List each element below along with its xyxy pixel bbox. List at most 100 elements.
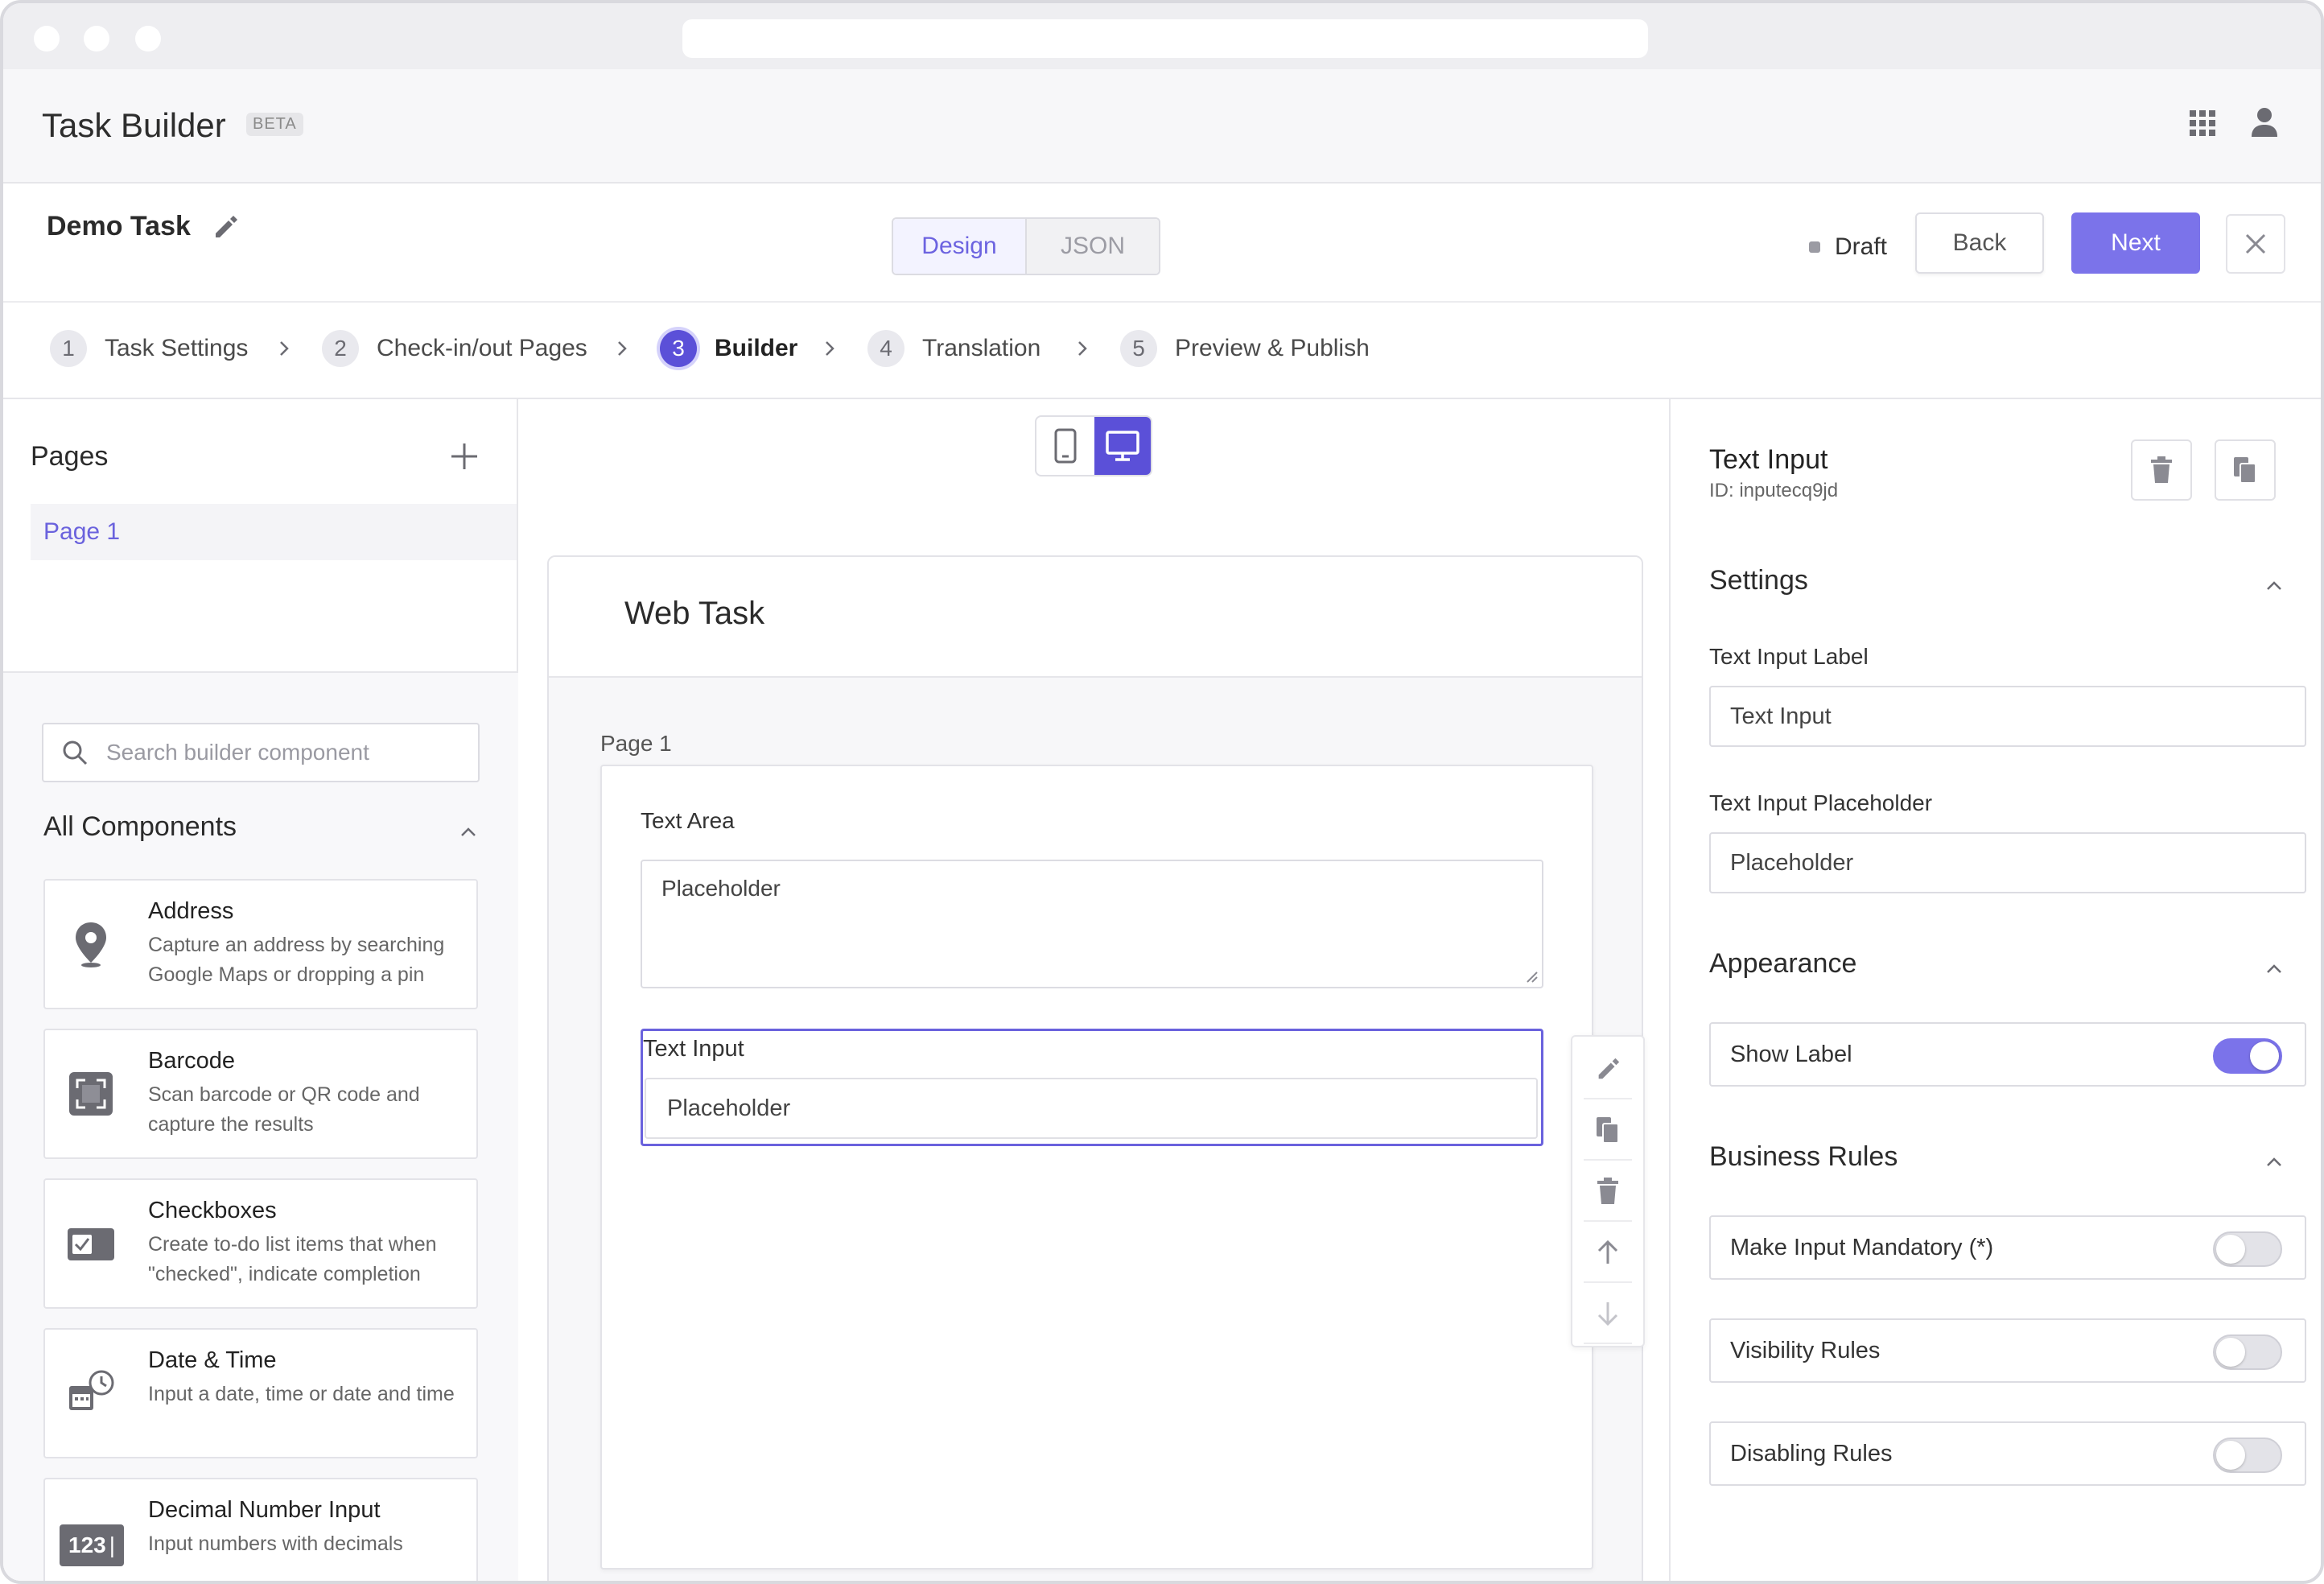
- make-input-mandatory-toggle[interactable]: [2213, 1231, 2282, 1267]
- edit-pencil-icon: [1598, 1058, 1620, 1079]
- back-button[interactable]: Back: [1915, 212, 2044, 274]
- component-card-address[interactable]: Address Capture an address by searching …: [43, 879, 478, 1009]
- copy-icon: [1597, 1117, 1619, 1144]
- properties-panel: Text Input ID: inputecq9jd Settings Text…: [1669, 399, 2321, 1581]
- tab-design[interactable]: Design: [893, 219, 1027, 274]
- visibility-rules-row: Visibility Rules: [1709, 1318, 2306, 1383]
- text-area-placeholder: Placeholder: [661, 876, 781, 901]
- move-down-button[interactable]: [1584, 1285, 1632, 1344]
- step-builder[interactable]: 3 Builder: [660, 330, 797, 367]
- settings-section-title: Settings: [1709, 565, 1808, 596]
- chevron-right-icon: [618, 341, 627, 356]
- close-button[interactable]: [2226, 214, 2285, 274]
- component-description: Capture an address by searching Google M…: [148, 934, 445, 986]
- wizard-stepper: 1 Task Settings 2 Check-in/out Pages 3 B…: [3, 303, 2321, 399]
- chevron-up-icon[interactable]: [2264, 576, 2284, 596]
- next-button[interactable]: Next: [2071, 212, 2200, 274]
- component-card-decimal-number-input[interactable]: 123 | Decimal Number Input Input numbers …: [43, 1478, 478, 1581]
- task-toolbar: Demo Task Design JSON Draft Back Next: [3, 184, 2321, 303]
- text-area-label: Text Area: [641, 808, 735, 833]
- toggle-knob: [2216, 1441, 2245, 1470]
- address-bar[interactable]: [682, 19, 1648, 58]
- step-task-settings[interactable]: 1 Task Settings: [50, 330, 248, 367]
- edit-pencil-icon[interactable]: [211, 212, 240, 241]
- visibility-rules-toggle[interactable]: [2213, 1334, 2282, 1370]
- disabling-rules-toggle[interactable]: [2213, 1438, 2282, 1473]
- copy-icon: [2234, 457, 2256, 484]
- duplicate-element-button[interactable]: [1584, 1101, 1632, 1161]
- trash-icon: [1597, 1178, 1618, 1204]
- web-task-header: Web Task: [549, 557, 1642, 678]
- component-card-date-time[interactable]: Date & Time Input a date, time or date a…: [43, 1328, 478, 1458]
- component-card-checkboxes[interactable]: Checkboxes Create to-do list items that …: [43, 1178, 478, 1309]
- arrow-down-icon: [1597, 1302, 1618, 1326]
- user-account-icon[interactable]: [2250, 106, 2279, 138]
- edit-element-button[interactable]: [1584, 1040, 1632, 1099]
- step-number: 4: [867, 330, 904, 367]
- web-task-title: Web Task: [624, 596, 765, 631]
- text-input-placeholder: Placeholder: [667, 1095, 791, 1121]
- text-input-field[interactable]: Placeholder: [645, 1078, 1538, 1139]
- apps-grid-icon[interactable]: [2189, 109, 2216, 137]
- component-search-input[interactable]: Search builder component: [42, 723, 480, 782]
- component-description: Input numbers with decimals: [148, 1532, 403, 1555]
- trash-icon: [2151, 456, 2172, 483]
- left-sidebar: Pages Page 1 Search builder component Al…: [3, 399, 518, 1581]
- search-icon: [63, 740, 88, 765]
- disabling-rules-row: Disabling Rules: [1709, 1421, 2306, 1486]
- desktop-view-button[interactable]: [1094, 417, 1151, 475]
- barcode-scan-icon: [69, 1072, 113, 1116]
- component-name: Date & Time: [148, 1347, 277, 1373]
- toggle-knob: [2216, 1235, 2245, 1264]
- mobile-phone-icon: [1054, 428, 1077, 464]
- show-label-row: Show Label: [1709, 1022, 2306, 1087]
- component-description: Scan barcode or QR code and capture the …: [148, 1083, 420, 1136]
- all-components-title: All Components: [43, 811, 237, 842]
- toggle-label: Disabling Rules: [1730, 1440, 1893, 1466]
- chevron-up-icon[interactable]: [2264, 959, 2284, 979]
- add-page-plus-icon[interactable]: [449, 441, 480, 472]
- mobile-view-button[interactable]: [1036, 417, 1094, 475]
- text-area-field[interactable]: Placeholder: [641, 860, 1543, 988]
- make-input-mandatory-row: Make Input Mandatory (*): [1709, 1215, 2306, 1280]
- element-action-toolbar: [1571, 1035, 1645, 1347]
- window-zoom-dot[interactable]: [135, 26, 161, 52]
- status-dot: [1809, 241, 1820, 253]
- duplicate-component-button[interactable]: [2215, 439, 2276, 501]
- component-card-barcode[interactable]: Barcode Scan barcode or QR code and capt…: [43, 1029, 478, 1159]
- desktop-monitor-icon: [1106, 431, 1139, 461]
- text-input-component-selected[interactable]: Text Input Placeholder: [641, 1029, 1543, 1146]
- delete-component-button[interactable]: [2131, 439, 2192, 501]
- status-badge: Draft: [1809, 233, 1887, 261]
- component-name: Address: [148, 898, 234, 924]
- page-list-item[interactable]: Page 1: [31, 504, 517, 560]
- move-up-button[interactable]: [1584, 1223, 1632, 1283]
- web-task-preview: Web Task Page 1 Text Area Placeholder Te…: [547, 555, 1643, 1581]
- tab-json[interactable]: JSON: [1027, 219, 1159, 274]
- show-label-toggle[interactable]: [2213, 1038, 2282, 1074]
- text-input-label-field-label: Text Input Label: [1709, 644, 1869, 669]
- text-input-label: Text Input: [643, 1036, 744, 1062]
- arrow-up-icon: [1597, 1240, 1618, 1264]
- icon-text: 123: [68, 1532, 106, 1557]
- window-minimize-dot[interactable]: [84, 26, 109, 52]
- device-preview-toggle: [1035, 415, 1152, 476]
- step-check-in-out-pages[interactable]: 2 Check-in/out Pages: [322, 330, 587, 367]
- delete-element-button[interactable]: [1584, 1162, 1632, 1222]
- text-input-label-field[interactable]: Text Input: [1709, 686, 2306, 747]
- text-input-placeholder-field[interactable]: Placeholder: [1709, 832, 2306, 893]
- step-label: Builder: [715, 335, 798, 361]
- step-translation[interactable]: 4 Translation: [867, 330, 1040, 367]
- chevron-up-icon[interactable]: [2264, 1153, 2284, 1172]
- number-123-icon: 123 |: [60, 1524, 124, 1566]
- page-sheet: Text Area Placeholder Text Input Placeho…: [600, 765, 1593, 1570]
- resize-handle-icon[interactable]: [1524, 969, 1539, 984]
- component-description: Create to-do list items that when "check…: [148, 1233, 437, 1285]
- step-preview-publish[interactable]: 5 Preview & Publish: [1120, 330, 1370, 367]
- step-label: Task Settings: [105, 335, 249, 361]
- chevron-right-icon: [1078, 341, 1087, 356]
- builder-canvas: Web Task Page 1 Text Area Placeholder Te…: [520, 399, 1669, 1581]
- close-icon: [2245, 233, 2266, 254]
- window-close-dot[interactable]: [34, 26, 60, 52]
- chevron-up-icon[interactable]: [459, 823, 478, 842]
